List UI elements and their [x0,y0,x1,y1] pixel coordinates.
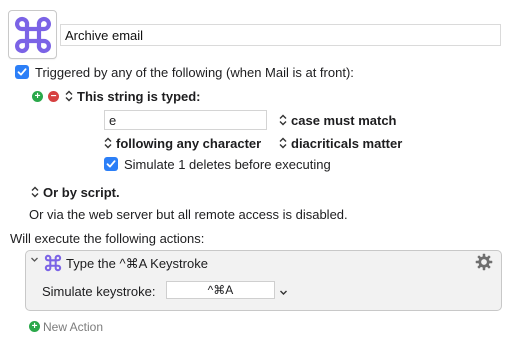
command-key-icon [14,16,51,53]
minus-icon: − [50,90,57,102]
plus-icon: + [31,320,38,332]
case-option-label: case must match [291,113,397,128]
diacriticals-option-popup[interactable]: diacriticals matter [279,136,402,151]
gear-icon [475,253,493,271]
updown-chevron-icon [279,137,287,149]
updown-chevron-icon [104,137,112,149]
following-option-popup[interactable]: following any character [104,136,261,151]
macro-name-field[interactable]: Archive email [60,24,501,46]
checkmark-icon [106,160,116,168]
trigger-type-label: This string is typed: [77,89,201,104]
action-title: Type the ^⌘A Keystroke [66,256,208,271]
new-action-plus-icon[interactable]: + [29,321,40,332]
trigger-type-popup[interactable]: This string is typed: [65,89,201,104]
chevron-down-icon [280,290,287,295]
new-action-button[interactable]: New Action [43,320,103,334]
checkmark-icon [17,68,27,76]
simulate-keystroke-label: Simulate keystroke: [42,284,156,299]
following-option-label: following any character [116,136,262,151]
updown-chevron-icon [65,90,73,102]
remove-trigger-button[interactable]: − [48,91,59,102]
web-server-text: Or via the web server but all remote acc… [29,207,348,222]
macro-icon[interactable] [8,10,57,59]
updown-chevron-icon [279,114,287,126]
actions-header: Will execute the following actions: [10,231,205,246]
keystroke-field[interactable]: ^⌘A [166,281,275,299]
simulate-deletes-checkbox[interactable] [104,157,118,171]
trigger-enabled-checkbox[interactable] [15,65,29,79]
chevron-down-icon [31,257,38,262]
action-gear-button[interactable] [475,253,493,274]
plus-icon: + [34,90,41,102]
add-trigger-popup[interactable]: Or by script. [31,185,120,200]
typed-string-input[interactable]: e [104,110,267,130]
action-command-icon [44,254,62,275]
diacriticals-option-label: diacriticals matter [291,136,403,151]
simulate-deletes-label: Simulate 1 deletes before executing [124,157,331,172]
updown-chevron-icon [31,186,39,198]
add-trigger-button[interactable]: + [32,91,43,102]
keystroke-options-popup[interactable] [279,285,288,300]
trigger-header: Triggered by any of the following (when … [35,65,354,80]
script-trigger-label: Or by script. [43,185,120,200]
case-option-popup[interactable]: case must match [279,113,397,128]
command-key-icon [44,254,62,272]
disclosure-chevron-icon[interactable] [30,255,39,267]
